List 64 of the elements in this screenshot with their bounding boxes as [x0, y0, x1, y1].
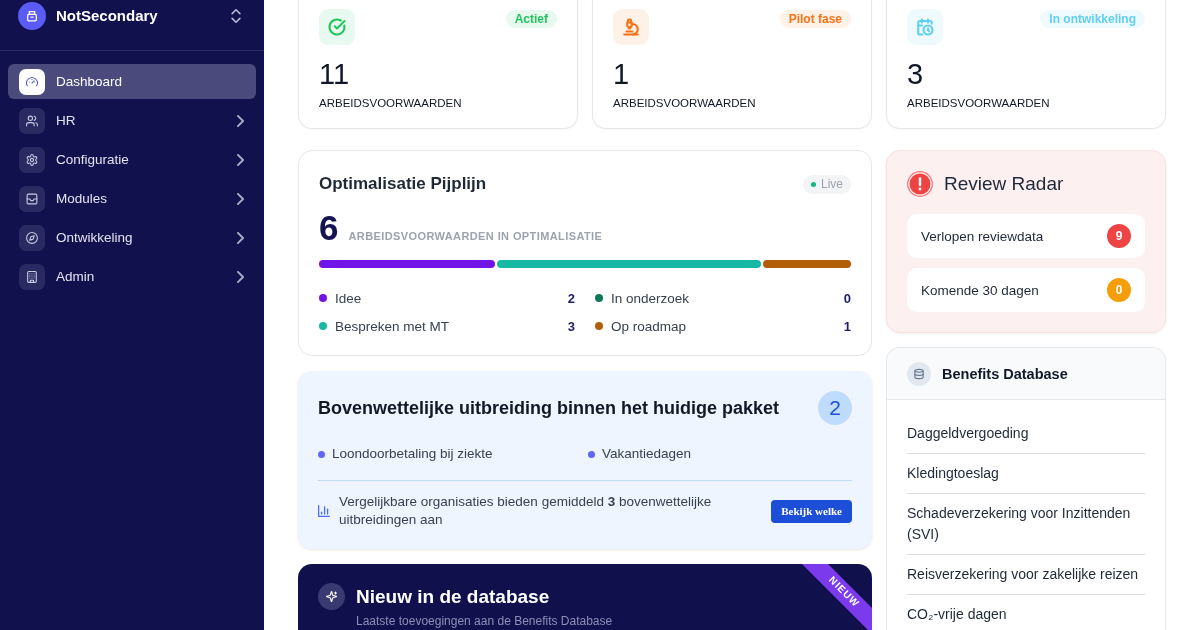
benefit-item[interactable]: Daggeldvergoeding — [907, 414, 1145, 454]
stage-label: In onderzoek — [611, 290, 690, 306]
stage-count: 2 — [567, 290, 575, 306]
review-label: Verlopen reviewdata — [921, 228, 1044, 244]
comparison-note: Vergelijkbare organisaties bieden gemiddeld 3 bovenwettelijke uitbreidingen aan — [339, 493, 713, 529]
nav-item[interactable]: Admin — [8, 259, 256, 294]
compass-icon — [19, 224, 45, 251]
stage-count: 1 — [843, 318, 851, 334]
stat-count: 3 — [907, 57, 925, 91]
status-dot-icon — [811, 181, 816, 187]
bullet-dot-icon — [588, 450, 595, 458]
review-label: Komende 30 dagen — [921, 282, 1039, 298]
stage-count: 3 — [567, 318, 575, 334]
card-title: Bovenwettelijke uitbreiding binnen het huidige pakket — [318, 397, 780, 419]
nav-item[interactable]: Modules — [8, 181, 256, 216]
stat-count: 11 — [319, 57, 351, 91]
extension-item: Vakantiedagen — [602, 445, 692, 463]
stage-label: Bespreken met MT — [335, 318, 450, 334]
benefit-item[interactable]: Reisverzekering voor zakelijke reizen — [907, 555, 1145, 595]
bar-chart-icon — [318, 505, 330, 517]
stat-label: ARBEIDSVOORWAARDEN — [319, 96, 463, 111]
bullet-dot-icon — [318, 450, 325, 458]
card-title: Nieuw in de database — [356, 585, 550, 608]
stat-label: ARBEIDSVOORWAARDEN — [613, 96, 757, 111]
card-title: Benefits Database — [942, 365, 1068, 382]
settings-icon — [19, 146, 45, 173]
stage-label: Idee — [335, 290, 362, 306]
card-subtitle: Laatste toevoegingen aan de Benefits Database — [356, 615, 614, 628]
microscope-icon — [613, 9, 649, 45]
card-title: Optimalisatie Pijplijn — [319, 174, 487, 194]
count-badge: 2 — [818, 391, 852, 425]
status-badge: Actief — [505, 10, 557, 28]
nav-item[interactable]: HR — [8, 103, 256, 138]
stage-label: Op roadmap — [611, 318, 687, 334]
benefit-item[interactable]: Kledingtoeslag — [907, 454, 1145, 494]
total-count: 6 — [319, 211, 339, 245]
sparkles-icon — [318, 583, 345, 610]
status-badge: In ontwikkeling — [1040, 10, 1145, 28]
alert-icon — [907, 171, 933, 197]
building-icon — [19, 263, 45, 290]
extension-item: Loondoorbetaling bij ziekte — [332, 445, 493, 463]
gauge-icon — [19, 68, 45, 95]
status-badge: Pilot fase — [779, 10, 851, 28]
database-icon — [907, 361, 931, 386]
stage-count: 0 — [843, 290, 851, 306]
nav-item[interactable]: Dashboard — [8, 64, 256, 99]
count-badge: 0 — [1107, 278, 1131, 302]
nav-item[interactable]: Configuratie — [8, 142, 256, 177]
benefit-item[interactable]: Schadeverzekering voor Inzittenden (SVI) — [907, 494, 1145, 555]
users-icon — [19, 107, 45, 134]
stat-count: 1 — [613, 57, 631, 91]
count-badge: 9 — [1107, 224, 1131, 248]
view-button[interactable]: Bekijk welke — [771, 499, 852, 523]
benefit-item[interactable]: CO₂-vrije dagen — [907, 595, 1145, 625]
total-label: ARBEIDSVOORWAARDEN IN OPTIMALISATIE — [348, 230, 603, 242]
nav-item[interactable]: Ontwikkeling — [8, 220, 256, 255]
workspace-name: NotSecondary — [56, 7, 158, 24]
tray-icon — [19, 185, 45, 212]
box-icon — [18, 1, 46, 30]
stat-label: ARBEIDSVOORWAARDEN — [907, 96, 1051, 111]
calendar-clock-icon — [907, 9, 943, 45]
status-label: Live — [821, 177, 843, 191]
card-title: Review Radar — [944, 173, 1064, 195]
chevron-up-down-icon[interactable] — [230, 8, 242, 23]
